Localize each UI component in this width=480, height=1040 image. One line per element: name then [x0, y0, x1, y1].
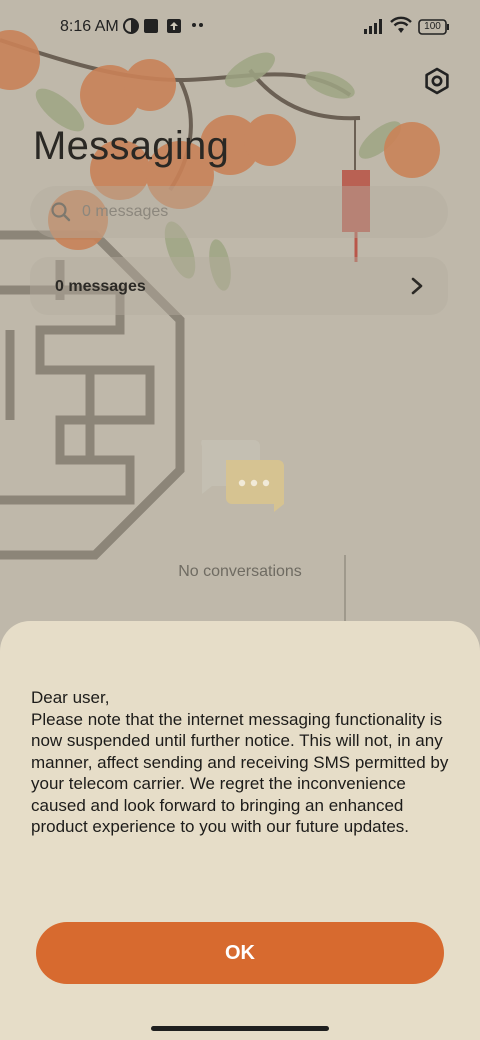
search-icon: [51, 202, 71, 222]
battery-icon: 100: [418, 19, 450, 35]
more-notifications-icon: [190, 16, 206, 37]
settings-button[interactable]: [420, 64, 454, 98]
summary-label: 0 messages: [55, 278, 146, 295]
settings-hexagon-icon: [425, 67, 449, 95]
ok-button[interactable]: OK: [36, 922, 444, 984]
signal-icon: [364, 18, 386, 39]
home-indicator[interactable]: [151, 1026, 329, 1031]
wifi-icon: [390, 16, 412, 39]
chat-bubbles-icon: [196, 438, 286, 518]
status-time: 8:16 AM: [60, 18, 119, 35]
messages-summary-row[interactable]: 0 messages: [30, 257, 448, 315]
status-bar: 8:16 AM 100: [0, 0, 480, 56]
square-app-icon: [143, 18, 159, 39]
search-bar[interactable]: 0 messages: [30, 186, 448, 238]
empty-state-text: No conversations: [178, 563, 302, 580]
upload-icon: [166, 18, 182, 39]
search-input[interactable]: 0 messages: [82, 203, 168, 221]
app-notification-icon: [123, 18, 139, 39]
battery-level: 100: [424, 21, 441, 32]
dialog-message: Dear user, Please note that the internet…: [31, 688, 449, 836]
page-title: Messaging: [33, 124, 230, 168]
suspension-notice-dialog: Dear user, Please note that the internet…: [0, 621, 480, 1040]
chevron-right-icon: [411, 277, 423, 295]
